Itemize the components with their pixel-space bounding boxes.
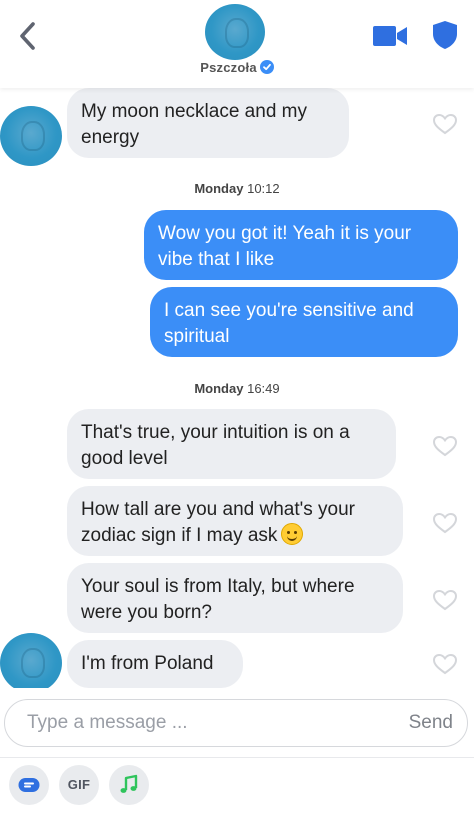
send-button[interactable]: Send (409, 712, 453, 734)
message-text: Wow you got it! Yeah it is your vibe tha… (158, 223, 412, 270)
message-text: Your soul is from Italy, but where were … (81, 576, 355, 623)
gif-button[interactable]: GIF (59, 765, 99, 805)
message-input-box[interactable]: Send (4, 699, 468, 747)
message-text: My moon necklace and my energy (81, 101, 307, 148)
message-text: I can see you're sensitive and spiritual (164, 300, 414, 347)
video-call-button[interactable] (372, 24, 408, 48)
message-text: That's true, your intuition is on a good… (81, 422, 350, 469)
timestamp-day: Monday (194, 381, 244, 396)
timestamp-time: 16:49 (247, 381, 280, 396)
heart-outline-icon[interactable] (432, 434, 458, 458)
timestamp-time: 10:12 (247, 181, 280, 196)
heart-outline-icon[interactable] (432, 588, 458, 612)
message-bubble-outgoing[interactable]: I can see you're sensitive and spiritual (150, 287, 458, 357)
message-composer: Send GIF (0, 688, 474, 817)
message-bubble-incoming[interactable]: That's true, your intuition is on a good… (67, 409, 396, 479)
message-text: I'm from Poland (81, 653, 214, 674)
message-bubble-incoming[interactable]: How tall are you and what's your zodiac … (67, 486, 403, 556)
message-thread[interactable]: My moon necklace and my energy Monday 10… (0, 88, 474, 688)
message-text: How tall are you and what's your zodiac … (81, 499, 355, 546)
message-bubble-incoming[interactable]: Your soul is from Italy, but where were … (67, 563, 403, 633)
match-name-row[interactable]: Pszczoła (0, 60, 474, 75)
timestamp-day: Monday (194, 181, 244, 196)
music-note-icon (120, 774, 138, 793)
shield-icon (433, 21, 457, 49)
match-name: Pszczoła (200, 60, 257, 75)
chat-header: Pszczoła (0, 0, 474, 88)
message-bubble-incoming[interactable]: My moon necklace and my energy (67, 88, 349, 158)
music-button[interactable] (109, 765, 149, 805)
message-bubble-incoming[interactable]: I'm from Poland (67, 640, 243, 688)
slightly-smiling-face-icon (281, 523, 304, 545)
chevron-left-icon (20, 22, 35, 50)
message-input[interactable] (27, 700, 387, 746)
video-camera-icon (373, 26, 407, 46)
heart-outline-icon[interactable] (432, 652, 458, 676)
stickers-button[interactable] (9, 765, 49, 805)
timestamp-divider: Monday 10:12 (0, 181, 474, 196)
message-bubble-outgoing[interactable]: Wow you got it! Yeah it is your vibe tha… (144, 210, 458, 280)
sticker-icon (18, 778, 40, 792)
heart-outline-icon[interactable] (432, 112, 458, 136)
heart-outline-icon[interactable] (432, 511, 458, 535)
composer-divider (0, 757, 474, 758)
timestamp-divider: Monday 16:49 (0, 381, 474, 396)
verified-badge-icon (259, 60, 274, 74)
match-avatar[interactable] (205, 4, 265, 60)
back-button[interactable] (12, 18, 44, 54)
gif-label: GIF (67, 777, 91, 792)
sender-avatar[interactable] (0, 106, 62, 166)
sender-avatar[interactable] (0, 633, 62, 688)
safety-toolkit-button[interactable] (432, 20, 458, 50)
